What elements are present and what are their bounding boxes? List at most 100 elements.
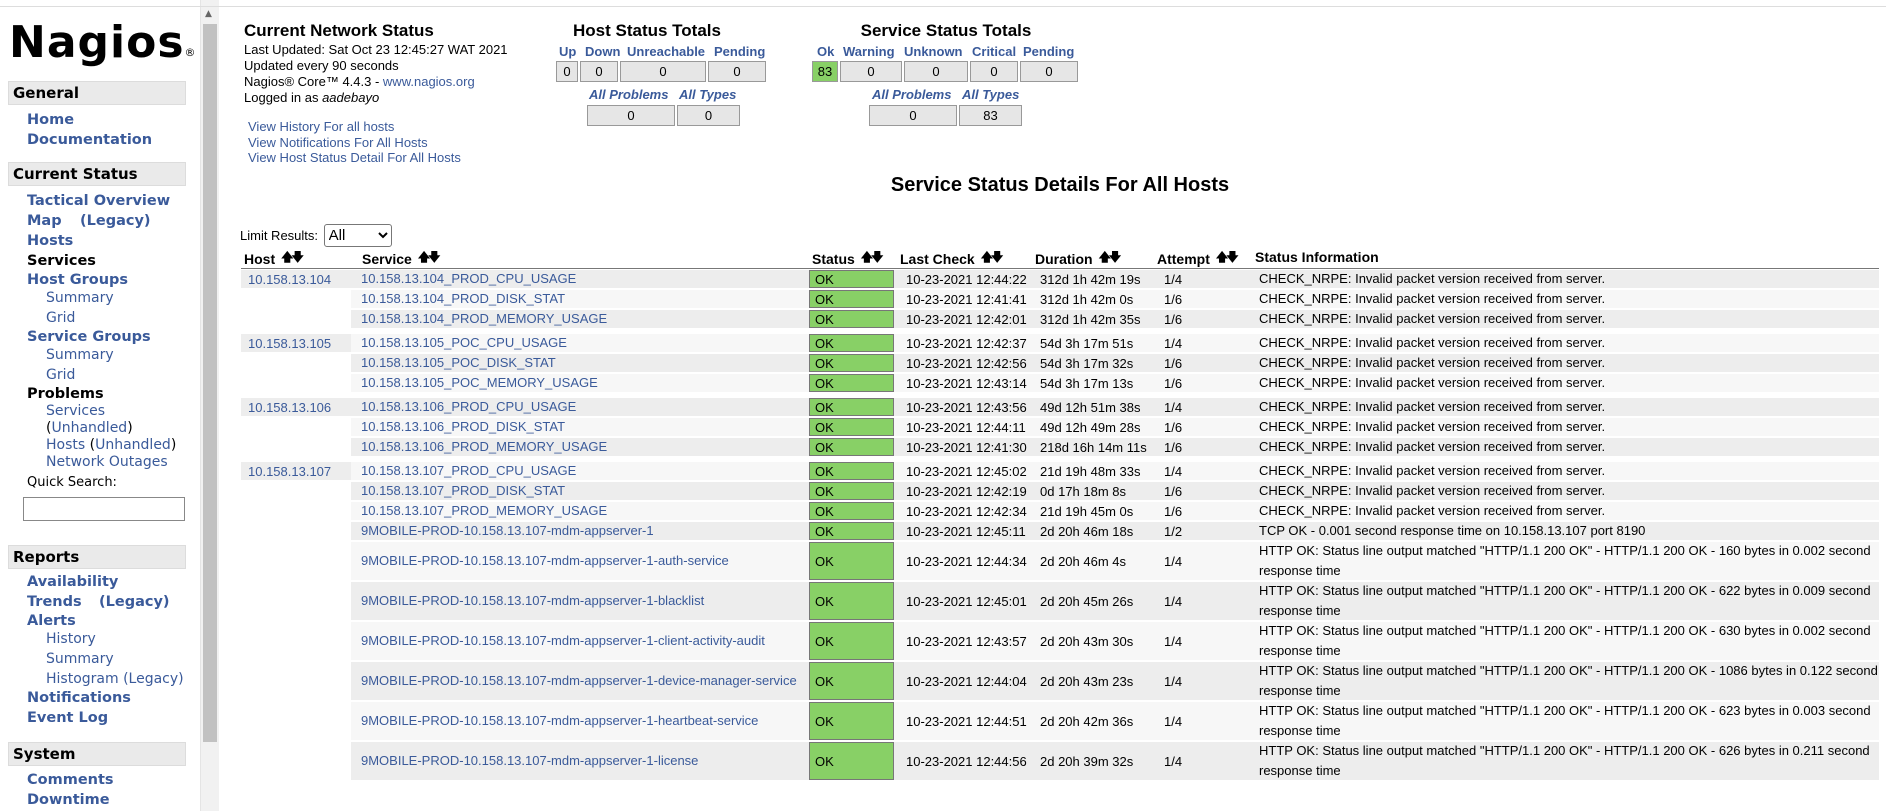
host-unreachable-count[interactable]: 0 [620, 61, 706, 82]
nav-event-log[interactable]: Event Log [27, 709, 108, 727]
nav-problems-services[interactable]: Services [46, 402, 105, 420]
sort-arrows-icon[interactable]: 🡅🡇 [861, 250, 884, 264]
host-link[interactable]: 10.158.13.105 [248, 336, 331, 351]
view-notifications-link[interactable]: View Notifications For All Hosts [248, 135, 461, 151]
sort-arrows-icon[interactable]: 🡅🡇 [418, 250, 441, 264]
svc-all-types-header[interactable]: All Types [962, 87, 1019, 102]
host-unreachable-header[interactable]: Unreachable [627, 44, 705, 59]
service-link[interactable]: 10.158.13.105_POC_DISK_STAT [361, 353, 556, 373]
svc-warning-header[interactable]: Warning [843, 44, 895, 59]
nav-alerts-histogram[interactable]: Histogram (Legacy) [46, 670, 184, 688]
nav-hosts[interactable]: Hosts [27, 232, 73, 250]
service-link[interactable]: 9MOBILE-PROD-10.158.13.107-mdm-appserver… [361, 591, 704, 611]
svc-critical-header[interactable]: Critical [972, 44, 1016, 59]
nav-servicegroup-summary[interactable]: Summary [46, 346, 114, 364]
service-link[interactable]: 10.158.13.107_PROD_MEMORY_USAGE [361, 501, 607, 521]
nav-alerts[interactable]: Alerts [27, 612, 76, 630]
nav-alerts-summary[interactable]: Summary [46, 650, 114, 668]
host-up-header[interactable]: Up [559, 44, 576, 59]
host-all-problems-header[interactable]: All Problems [589, 87, 668, 102]
sidebar-scrollbar[interactable]: ▲ [200, 0, 219, 811]
svc-ok-header[interactable]: Ok [817, 44, 834, 59]
svc-ok-count[interactable]: 83 [812, 61, 838, 82]
nav-home[interactable]: Home [27, 111, 74, 129]
host-all-types-count[interactable]: 0 [677, 105, 740, 126]
nav-servicegroup-grid[interactable]: Grid [46, 366, 75, 384]
service-link[interactable]: 10.158.13.107_PROD_DISK_STAT [361, 481, 565, 501]
quick-search-input[interactable] [23, 497, 185, 521]
nav-map[interactable]: Map [27, 212, 62, 230]
nav-trends[interactable]: Trends [27, 593, 82, 611]
svc-warning-count[interactable]: 0 [840, 61, 902, 82]
scrollbar-thumb[interactable] [203, 24, 217, 742]
svc-all-problems-count[interactable]: 0 [869, 105, 957, 126]
service-link[interactable]: 9MOBILE-PROD-10.158.13.107-mdm-appserver… [361, 521, 654, 541]
host-pending-count[interactable]: 0 [708, 61, 766, 82]
limit-results-select[interactable]: All [323, 224, 392, 247]
nav-network-outages[interactable]: Network Outages [46, 453, 168, 471]
host-link[interactable]: 10.158.13.106 [248, 400, 331, 415]
nav-problems-hosts-unhandled[interactable]: Unhandled [95, 437, 171, 453]
nav-notifications[interactable]: Notifications [27, 689, 131, 707]
status-badge: OK [809, 438, 894, 456]
nav-host-groups[interactable]: Host Groups [27, 271, 128, 289]
svc-critical-count[interactable]: 0 [970, 61, 1018, 82]
host-cell [241, 290, 344, 308]
sort-arrows-icon[interactable]: 🡅🡇 [281, 250, 304, 264]
nav-problems-services-unhandled[interactable]: Unhandled [51, 420, 127, 436]
table-row: 9MOBILE-PROD-10.158.13.107-mdm-appserver… [241, 622, 1879, 660]
host-link[interactable]: 10.158.13.104 [248, 272, 331, 287]
sort-arrows-icon[interactable]: 🡅🡇 [1099, 250, 1122, 264]
host-cell [241, 702, 344, 740]
host-all-problems-count[interactable]: 0 [587, 105, 675, 126]
service-link[interactable]: 10.158.13.104_PROD_DISK_STAT [361, 289, 565, 309]
host-down-count[interactable]: 0 [580, 61, 618, 82]
view-history-link[interactable]: View History For all hosts [248, 119, 461, 135]
service-link[interactable]: 9MOBILE-PROD-10.158.13.107-mdm-appserver… [361, 751, 698, 771]
host-link[interactable]: 10.158.13.107 [248, 464, 331, 479]
service-link[interactable]: 10.158.13.105_POC_MEMORY_USAGE [361, 373, 598, 393]
nav-service-groups[interactable]: Service Groups [27, 328, 151, 346]
service-link[interactable]: 10.158.13.106_PROD_DISK_STAT [361, 417, 565, 437]
svc-pending-count[interactable]: 0 [1020, 61, 1078, 82]
host-pending-header[interactable]: Pending [714, 44, 765, 59]
service-link[interactable]: 9MOBILE-PROD-10.158.13.107-mdm-appserver… [361, 551, 729, 571]
service-link[interactable]: 10.158.13.104_PROD_CPU_USAGE [361, 269, 576, 289]
service-link[interactable]: 10.158.13.105_POC_CPU_USAGE [361, 333, 567, 353]
service-link[interactable]: 10.158.13.104_PROD_MEMORY_USAGE [361, 309, 607, 329]
nagios-logo[interactable]: Nagios® [9, 17, 197, 69]
nav-trends-legacy[interactable]: (Legacy) [99, 593, 170, 611]
svc-pending-header[interactable]: Pending [1023, 44, 1074, 59]
host-down-header[interactable]: Down [585, 44, 620, 59]
sort-arrows-icon[interactable]: 🡅🡇 [981, 250, 1004, 264]
service-link[interactable]: 10.158.13.106_PROD_CPU_USAGE [361, 397, 576, 417]
nav-alerts-history[interactable]: History [46, 630, 96, 648]
nav-services-current[interactable]: Services [27, 252, 96, 270]
view-host-status-link[interactable]: View Host Status Detail For All Hosts [248, 150, 461, 166]
service-link[interactable]: 10.158.13.106_PROD_MEMORY_USAGE [361, 437, 607, 457]
nav-downtime[interactable]: Downtime [27, 791, 110, 809]
service-cell: 9MOBILE-PROD-10.158.13.107-mdm-appserver… [354, 542, 804, 580]
nav-availability[interactable]: Availability [27, 573, 118, 591]
nav-tactical-overview[interactable]: Tactical Overview [27, 192, 170, 210]
service-link[interactable]: 9MOBILE-PROD-10.158.13.107-mdm-appserver… [361, 631, 765, 651]
nav-comments[interactable]: Comments [27, 771, 114, 789]
host-all-types-header[interactable]: All Types [679, 87, 736, 102]
status-information-cell: CHECK_NRPE: Invalid packet version recei… [1259, 311, 1606, 326]
service-link[interactable]: 9MOBILE-PROD-10.158.13.107-mdm-appserver… [361, 671, 797, 691]
service-link[interactable]: 9MOBILE-PROD-10.158.13.107-mdm-appserver… [361, 711, 758, 731]
service-link[interactable]: 10.158.13.107_PROD_CPU_USAGE [361, 461, 576, 481]
svc-unknown-header[interactable]: Unknown [904, 44, 963, 59]
nav-documentation[interactable]: Documentation [27, 131, 152, 149]
nav-problems-hosts[interactable]: Hosts [46, 437, 85, 453]
svc-all-problems-header[interactable]: All Problems [872, 87, 951, 102]
nav-map-legacy[interactable]: (Legacy) [80, 212, 151, 230]
svc-all-types-count[interactable]: 83 [959, 105, 1022, 126]
sort-arrows-icon[interactable]: 🡅🡇 [1216, 250, 1239, 264]
svc-unknown-count[interactable]: 0 [904, 61, 968, 82]
nav-hostgroup-grid[interactable]: Grid [46, 309, 75, 327]
scroll-up-arrow-icon[interactable]: ▲ [205, 10, 212, 19]
host-up-count[interactable]: 0 [556, 61, 578, 82]
nagios-org-link[interactable]: www.nagios.org [383, 74, 475, 89]
nav-hostgroup-summary[interactable]: Summary [46, 289, 114, 307]
